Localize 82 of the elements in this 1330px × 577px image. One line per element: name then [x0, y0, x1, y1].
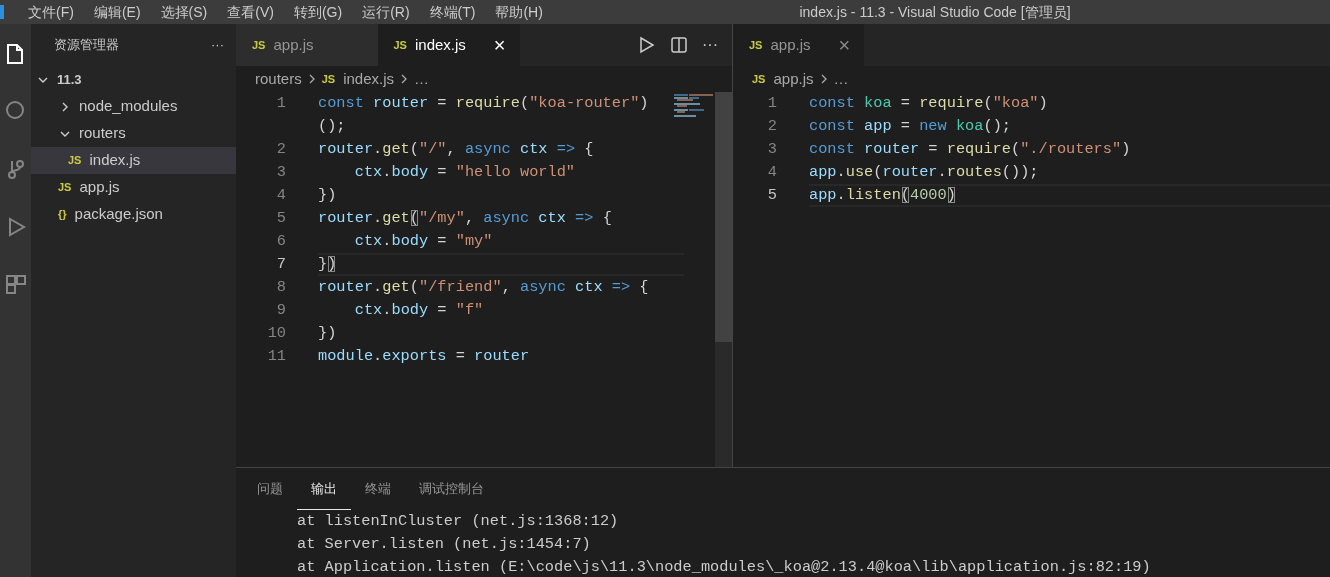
- search-icon[interactable]: [4, 100, 27, 122]
- line-number: 8: [275, 277, 286, 298]
- line-number: 10: [266, 323, 286, 344]
- code-line: router.get("/", async ctx => {: [318, 139, 595, 160]
- breadcrumb-item[interactable]: app.js: [773, 67, 814, 91]
- window-title: index.js - 11.3 - Visual Studio Code [管理员]: [799, 4, 1071, 20]
- line-number: 9: [275, 300, 286, 321]
- extensions-icon[interactable]: [4, 274, 27, 296]
- line-number: 2: [275, 139, 286, 160]
- panel-tab[interactable]: 问题: [243, 468, 297, 510]
- code-line: ();: [318, 116, 347, 137]
- file-type-icon: JS: [58, 179, 72, 196]
- code-line: }): [318, 185, 338, 206]
- code-line: module.exports = router: [318, 346, 531, 367]
- code-line: ctx.body = "hello world": [353, 162, 577, 183]
- panel-tab[interactable]: 调试控制台: [405, 468, 498, 510]
- code-line: const router = require("./routers"): [809, 139, 1132, 160]
- file-type-icon: JS: [752, 70, 766, 88]
- menu-item[interactable]: 终端(T): [419, 0, 486, 24]
- minimap-drawing[interactable]: [674, 94, 714, 118]
- editor-tab[interactable]: JS app.js ×: [733, 24, 865, 66]
- split-editor-icon[interactable]: [670, 36, 688, 54]
- code-line: const app = new koa();: [809, 116, 1012, 137]
- breadcrumb-item[interactable]: …: [414, 67, 429, 91]
- breadcrumb-item[interactable]: index.js: [343, 67, 394, 91]
- sidebar-title: 资源管理器: [54, 36, 119, 55]
- menu-item[interactable]: 文件(F): [18, 0, 84, 24]
- code-line: const router = require("koa-router"): [318, 93, 650, 114]
- menu-item[interactable]: 转到(G): [283, 0, 353, 24]
- line-number: 3: [275, 162, 286, 183]
- line-number: 1: [275, 93, 286, 114]
- menu-item[interactable]: 选择(S): [150, 0, 218, 24]
- code-line: }): [318, 323, 338, 344]
- file-type-icon: JS: [749, 36, 763, 54]
- line-number: 5: [766, 185, 777, 206]
- code-line: ctx.body = "f": [353, 300, 485, 321]
- breadcrumb-item[interactable]: routers: [255, 67, 302, 91]
- line-number: 1: [766, 93, 777, 114]
- code-line: }): [318, 254, 338, 275]
- more-actions-button[interactable]: ···: [211, 35, 224, 55]
- branch-icon[interactable]: [5, 158, 26, 180]
- code-line: router.get("/my", async ctx => {: [318, 208, 613, 229]
- file-type-icon: JS: [252, 36, 266, 54]
- line-number: 11: [266, 346, 286, 367]
- code-line: ctx.body = "my": [353, 231, 494, 252]
- scrollbar[interactable]: [715, 92, 732, 467]
- output-line: at Application.listen (E:\code\js\11.3\node_modules\_koa@2.13.4@koa\lib\application.js:82:19): [297, 558, 1151, 576]
- code-line: router.get("/friend", async ctx => {: [318, 277, 650, 298]
- close-icon[interactable]: ×: [493, 30, 506, 60]
- line-number: 2: [766, 116, 777, 137]
- output-line: at Server.listen (net.js:1454:7): [297, 535, 591, 553]
- tree-item[interactable]: {} package.json: [31, 201, 236, 228]
- output-line: at listenInCluster (net.js:1368:12): [297, 512, 619, 530]
- line-number: 3: [766, 139, 777, 160]
- menu-item[interactable]: 查看(V): [217, 0, 284, 24]
- file-type-icon: JS: [68, 152, 82, 169]
- line-number: 7: [275, 254, 286, 275]
- line-number: 5: [275, 208, 286, 229]
- menu-item[interactable]: 运行(R): [352, 0, 420, 24]
- file-type-icon: JS: [393, 36, 407, 54]
- menu-item[interactable]: 帮助(H): [485, 0, 553, 24]
- file-type-icon: JS: [321, 70, 336, 88]
- tree-item[interactable]: JS app.js: [31, 174, 236, 201]
- more-actions-button[interactable]: ···: [702, 33, 718, 57]
- panel-tab[interactable]: 终端: [351, 468, 405, 510]
- code-line: const koa = require("koa"): [809, 93, 1049, 114]
- panel-tab[interactable]: 输出: [297, 468, 351, 510]
- code-line: app.use(router.routes());: [809, 162, 1040, 183]
- line-number: 4: [275, 185, 286, 206]
- file-type-icon: {}: [58, 206, 67, 223]
- editor-tab[interactable]: JS app.js: [236, 24, 378, 66]
- tree-item[interactable]: 11.3: [31, 66, 236, 93]
- tree-item[interactable]: JS index.js: [31, 147, 236, 174]
- line-number: 6: [275, 231, 286, 252]
- tree-item[interactable]: node_modules: [31, 93, 236, 120]
- line-number: 4: [766, 162, 777, 183]
- tree-item[interactable]: routers: [31, 120, 236, 147]
- editor-tab[interactable]: JS index.js ×: [377, 24, 520, 66]
- menu-item[interactable]: 编辑(E): [83, 0, 151, 24]
- breadcrumb-item[interactable]: …: [833, 67, 849, 91]
- close-icon[interactable]: ×: [838, 30, 851, 60]
- run-icon[interactable]: [638, 36, 656, 54]
